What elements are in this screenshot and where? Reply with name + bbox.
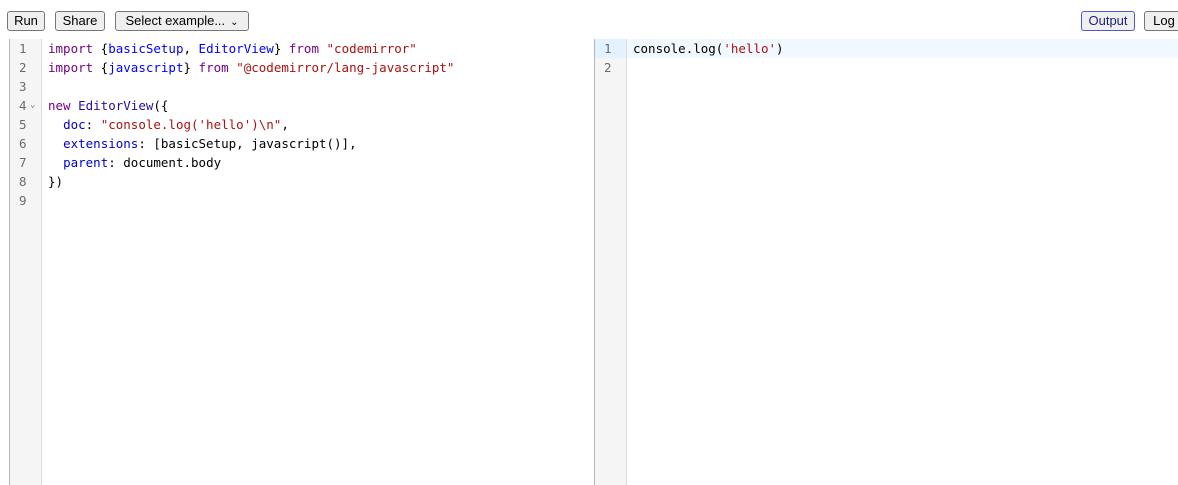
code-token: "console.log('hello')\n" (100, 117, 282, 132)
code-token: : (85, 117, 101, 132)
code-line[interactable]: new EditorView({ (42, 96, 594, 115)
code-token: , (183, 41, 199, 56)
code-line[interactable]: extensions: [basicSetup, javascript()], (42, 134, 594, 153)
select-example-dropdown[interactable]: Select example... ⌄ (115, 11, 249, 31)
code-token: document (123, 155, 184, 170)
code-token: parent (63, 155, 109, 170)
code-line[interactable]: console.log('hello') (627, 39, 1178, 58)
code-token: "@codemirror/lang-javascript" (236, 60, 455, 75)
line-number: 1 (10, 39, 41, 58)
line-number-text: 2 (604, 60, 612, 75)
line-number-text: 9 (19, 193, 27, 208)
line-number-text: 5 (19, 117, 27, 132)
line-number-text: 1 (604, 41, 612, 56)
code-token: javascript (108, 60, 184, 75)
line-number: 1 (595, 39, 626, 58)
line-number-text: 4 (19, 98, 27, 113)
code-line[interactable]: parent: document.body (42, 153, 594, 172)
select-example-label: Select example... (125, 13, 226, 28)
code-line[interactable] (42, 77, 594, 96)
code-token: basicSetup (160, 136, 237, 151)
line-number-text: 1 (19, 41, 27, 56)
code-token: extensions (63, 136, 139, 151)
code-token: new (48, 98, 71, 113)
code-line[interactable] (627, 58, 1178, 77)
code-token: ()], (326, 136, 357, 151)
line-number-text: 7 (19, 155, 27, 170)
source-editor[interactable]: 1 2 3 4 ⌄ 5 6 7 8 9 import {basicSetup, EditorVie… (9, 39, 595, 485)
log-tab-button[interactable]: Log (1144, 11, 1178, 31)
output-editor[interactable]: 12 console.log('hello') (594, 39, 1178, 485)
line-number: 7 (10, 153, 41, 172)
code-line[interactable]: doc: "console.log('hello')\n", (42, 115, 594, 134)
code-token: } (183, 60, 199, 75)
code-token: , (236, 136, 252, 151)
line-number: 3 (10, 77, 41, 96)
code-token: : [ (138, 136, 161, 151)
code-line[interactable] (42, 191, 594, 210)
code-token: console (633, 41, 686, 56)
code-token: import (48, 60, 94, 75)
line-number: 2 (595, 58, 626, 77)
line-number: 2 (10, 58, 41, 77)
line-number: 4 ⌄ (10, 96, 41, 115)
code-token: }) (48, 174, 64, 189)
share-button[interactable]: Share (55, 11, 105, 31)
code-token: from (288, 41, 319, 56)
code-token: ) (776, 41, 784, 56)
line-number-text: 6 (19, 136, 27, 151)
code-token: import (48, 41, 94, 56)
code-line[interactable]: import {basicSetup, EditorView} from "co… (42, 39, 594, 58)
line-number-gutter: 1 2 3 4 ⌄ 5 6 7 8 9 (10, 39, 42, 485)
code-token: log (693, 41, 716, 56)
code-token: body (191, 155, 222, 170)
code-token: basicSetup (108, 41, 184, 56)
line-number-text: 8 (19, 174, 27, 189)
code-line[interactable]: }) (42, 172, 594, 191)
code-token: , (281, 117, 289, 132)
line-number: 8 (10, 172, 41, 191)
code-line[interactable]: import {javascript} from "@codemirror/la… (42, 58, 594, 77)
line-number: 9 (10, 191, 41, 210)
code-token: from (198, 60, 229, 75)
output-tab-button[interactable]: Output (1081, 11, 1135, 31)
code-token: . (183, 155, 192, 170)
line-number-text: 2 (19, 60, 27, 75)
line-number-text: 3 (19, 79, 27, 94)
code-token: javascript (251, 136, 327, 151)
code-token: } (273, 41, 289, 56)
code-token: { (93, 41, 109, 56)
line-number: 6 (10, 134, 41, 153)
fold-chevron-icon[interactable]: ⌄ (30, 96, 35, 115)
code-token: "codemirror" (326, 41, 417, 56)
line-number: 5 (10, 115, 41, 134)
code-content[interactable]: console.log('hello') (627, 39, 1178, 77)
code-content[interactable]: import {basicSetup, EditorView} from "co… (42, 39, 594, 210)
code-token: : (108, 155, 124, 170)
code-token: { (93, 60, 109, 75)
code-token: EditorView (198, 41, 274, 56)
line-number-gutter: 12 (595, 39, 627, 485)
chevron-down-icon: ⌄ (230, 17, 239, 28)
code-token: doc (63, 117, 86, 132)
toolbar: Run Share Select example... ⌄ Output Log (0, 0, 1178, 36)
code-token: 'hello' (723, 41, 777, 56)
code-token: EditorView (78, 98, 154, 113)
code-token: ({ (153, 98, 169, 113)
run-button[interactable]: Run (7, 11, 45, 31)
